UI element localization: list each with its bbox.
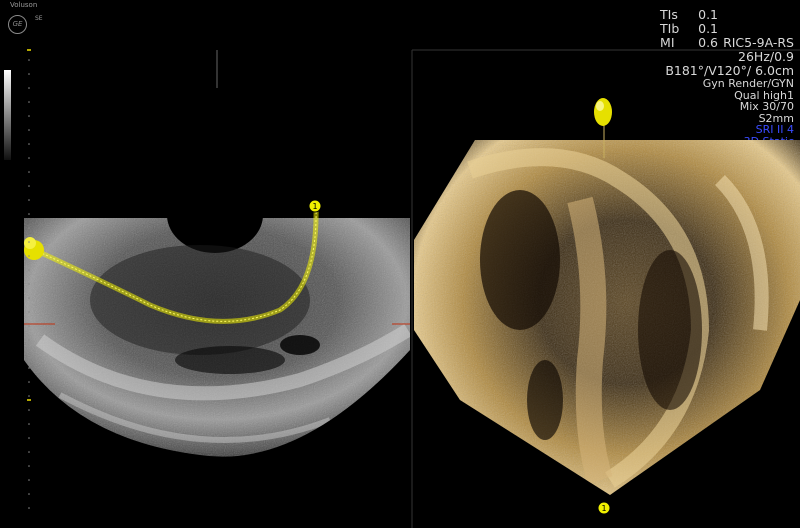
bottom-marker-label: 1 bbox=[601, 504, 606, 513]
curve-point-marker-label: 1 bbox=[312, 202, 317, 211]
depth-scale-dot bbox=[28, 437, 30, 439]
depth-scale-dot bbox=[28, 395, 30, 397]
depth-scale-dot bbox=[28, 325, 30, 327]
render-3d-image bbox=[414, 140, 800, 495]
depth-scale-dot bbox=[28, 381, 30, 383]
depth-scale-dot bbox=[28, 255, 30, 257]
depth-scale-dot bbox=[28, 115, 30, 117]
depth-scale-dot bbox=[28, 423, 30, 425]
depth-scale-dot bbox=[28, 171, 30, 173]
depth-scale-dot bbox=[28, 143, 30, 145]
depth-scale-dot bbox=[28, 493, 30, 495]
depth-scale-dot bbox=[28, 213, 30, 215]
depth-scale-dot bbox=[28, 465, 30, 467]
depth-scale-dot bbox=[28, 59, 30, 61]
depth-scale-dot bbox=[28, 353, 30, 355]
depth-scale-dot bbox=[28, 367, 30, 369]
depth-scale-dot bbox=[28, 451, 30, 453]
depth-scale-dot bbox=[28, 311, 30, 313]
depth-scale-dot bbox=[28, 283, 30, 285]
depth-scale-dot bbox=[28, 479, 30, 481]
ultrasound-views: 1 1 bbox=[24, 49, 800, 528]
depth-scale-dot bbox=[28, 227, 30, 229]
depth-scale-dot bbox=[28, 129, 30, 131]
depth-scale-dot bbox=[28, 185, 30, 187]
depth-scale-dot bbox=[28, 269, 30, 271]
bmode-image bbox=[24, 218, 410, 457]
depth-scale-dot bbox=[28, 73, 30, 75]
depth-scale-dot bbox=[28, 199, 30, 201]
depth-scale-dot bbox=[28, 507, 30, 509]
orientation-icon[interactable] bbox=[594, 98, 612, 126]
depth-scale-dot bbox=[28, 339, 30, 341]
depth-scale-dot bbox=[28, 157, 30, 159]
depth-scale-dot bbox=[28, 87, 30, 89]
depth-scale-dots bbox=[28, 59, 30, 509]
depth-scale-dot bbox=[28, 101, 30, 103]
depth-scale-dot bbox=[28, 241, 30, 243]
depth-scale-dot bbox=[28, 297, 30, 299]
depth-scale-dot bbox=[28, 409, 30, 411]
